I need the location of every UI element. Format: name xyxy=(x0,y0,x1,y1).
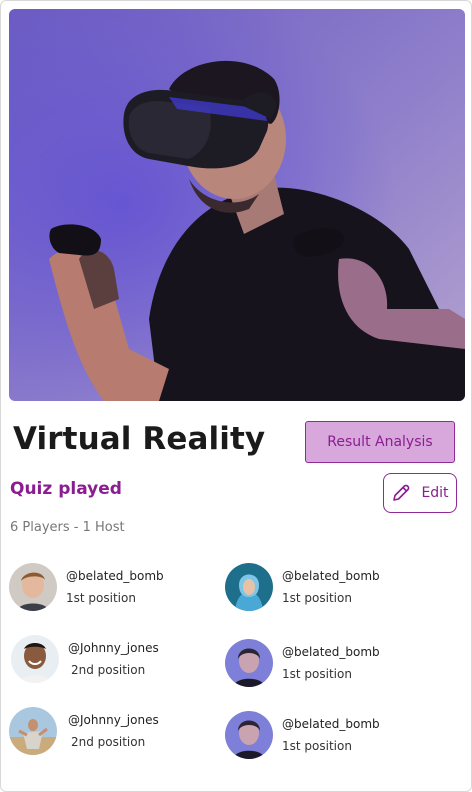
player-item[interactable]: @Johnny_jones 2nd position xyxy=(11,635,231,687)
quiz-card: Virtual Reality Result Analysis Quiz pla… xyxy=(0,0,472,792)
avatar xyxy=(9,563,57,611)
player-item[interactable]: @belated_bomb 1st position xyxy=(9,563,229,615)
player-handle: @belated_bomb xyxy=(282,569,380,583)
quiz-played-label: Quiz played xyxy=(10,479,122,499)
quiz-title: Virtual Reality xyxy=(13,421,266,457)
player-position: 2nd position xyxy=(71,663,146,677)
player-position: 1st position xyxy=(282,591,352,605)
player-item[interactable]: @belated_bomb 1st position xyxy=(225,639,445,691)
player-handle: @belated_bomb xyxy=(282,645,380,659)
player-handle: @belated_bomb xyxy=(282,717,380,731)
avatar xyxy=(225,563,273,611)
player-position: 1st position xyxy=(66,591,136,605)
avatar xyxy=(11,635,59,683)
edit-label: Edit xyxy=(421,485,449,501)
pencil-icon xyxy=(391,483,411,503)
avatar xyxy=(9,707,57,755)
player-item[interactable]: @Johnny_jones 2nd position xyxy=(9,707,229,759)
player-handle: @Johnny_jones xyxy=(68,713,159,727)
player-item[interactable]: @belated_bomb 1st position xyxy=(225,563,445,615)
result-analysis-button[interactable]: Result Analysis xyxy=(305,421,455,463)
avatar xyxy=(225,639,273,687)
edit-button[interactable]: Edit xyxy=(383,473,457,513)
player-handle: @belated_bomb xyxy=(66,569,164,583)
players-count: 6 Players - 1 Host xyxy=(10,520,125,535)
player-item[interactable]: @belated_bomb 1st position xyxy=(225,711,445,763)
player-handle: @Johnny_jones xyxy=(68,641,159,655)
player-position: 1st position xyxy=(282,739,352,753)
player-position: 2nd position xyxy=(71,735,146,749)
avatar xyxy=(225,711,273,759)
hero-image xyxy=(9,9,465,401)
player-position: 1st position xyxy=(282,667,352,681)
